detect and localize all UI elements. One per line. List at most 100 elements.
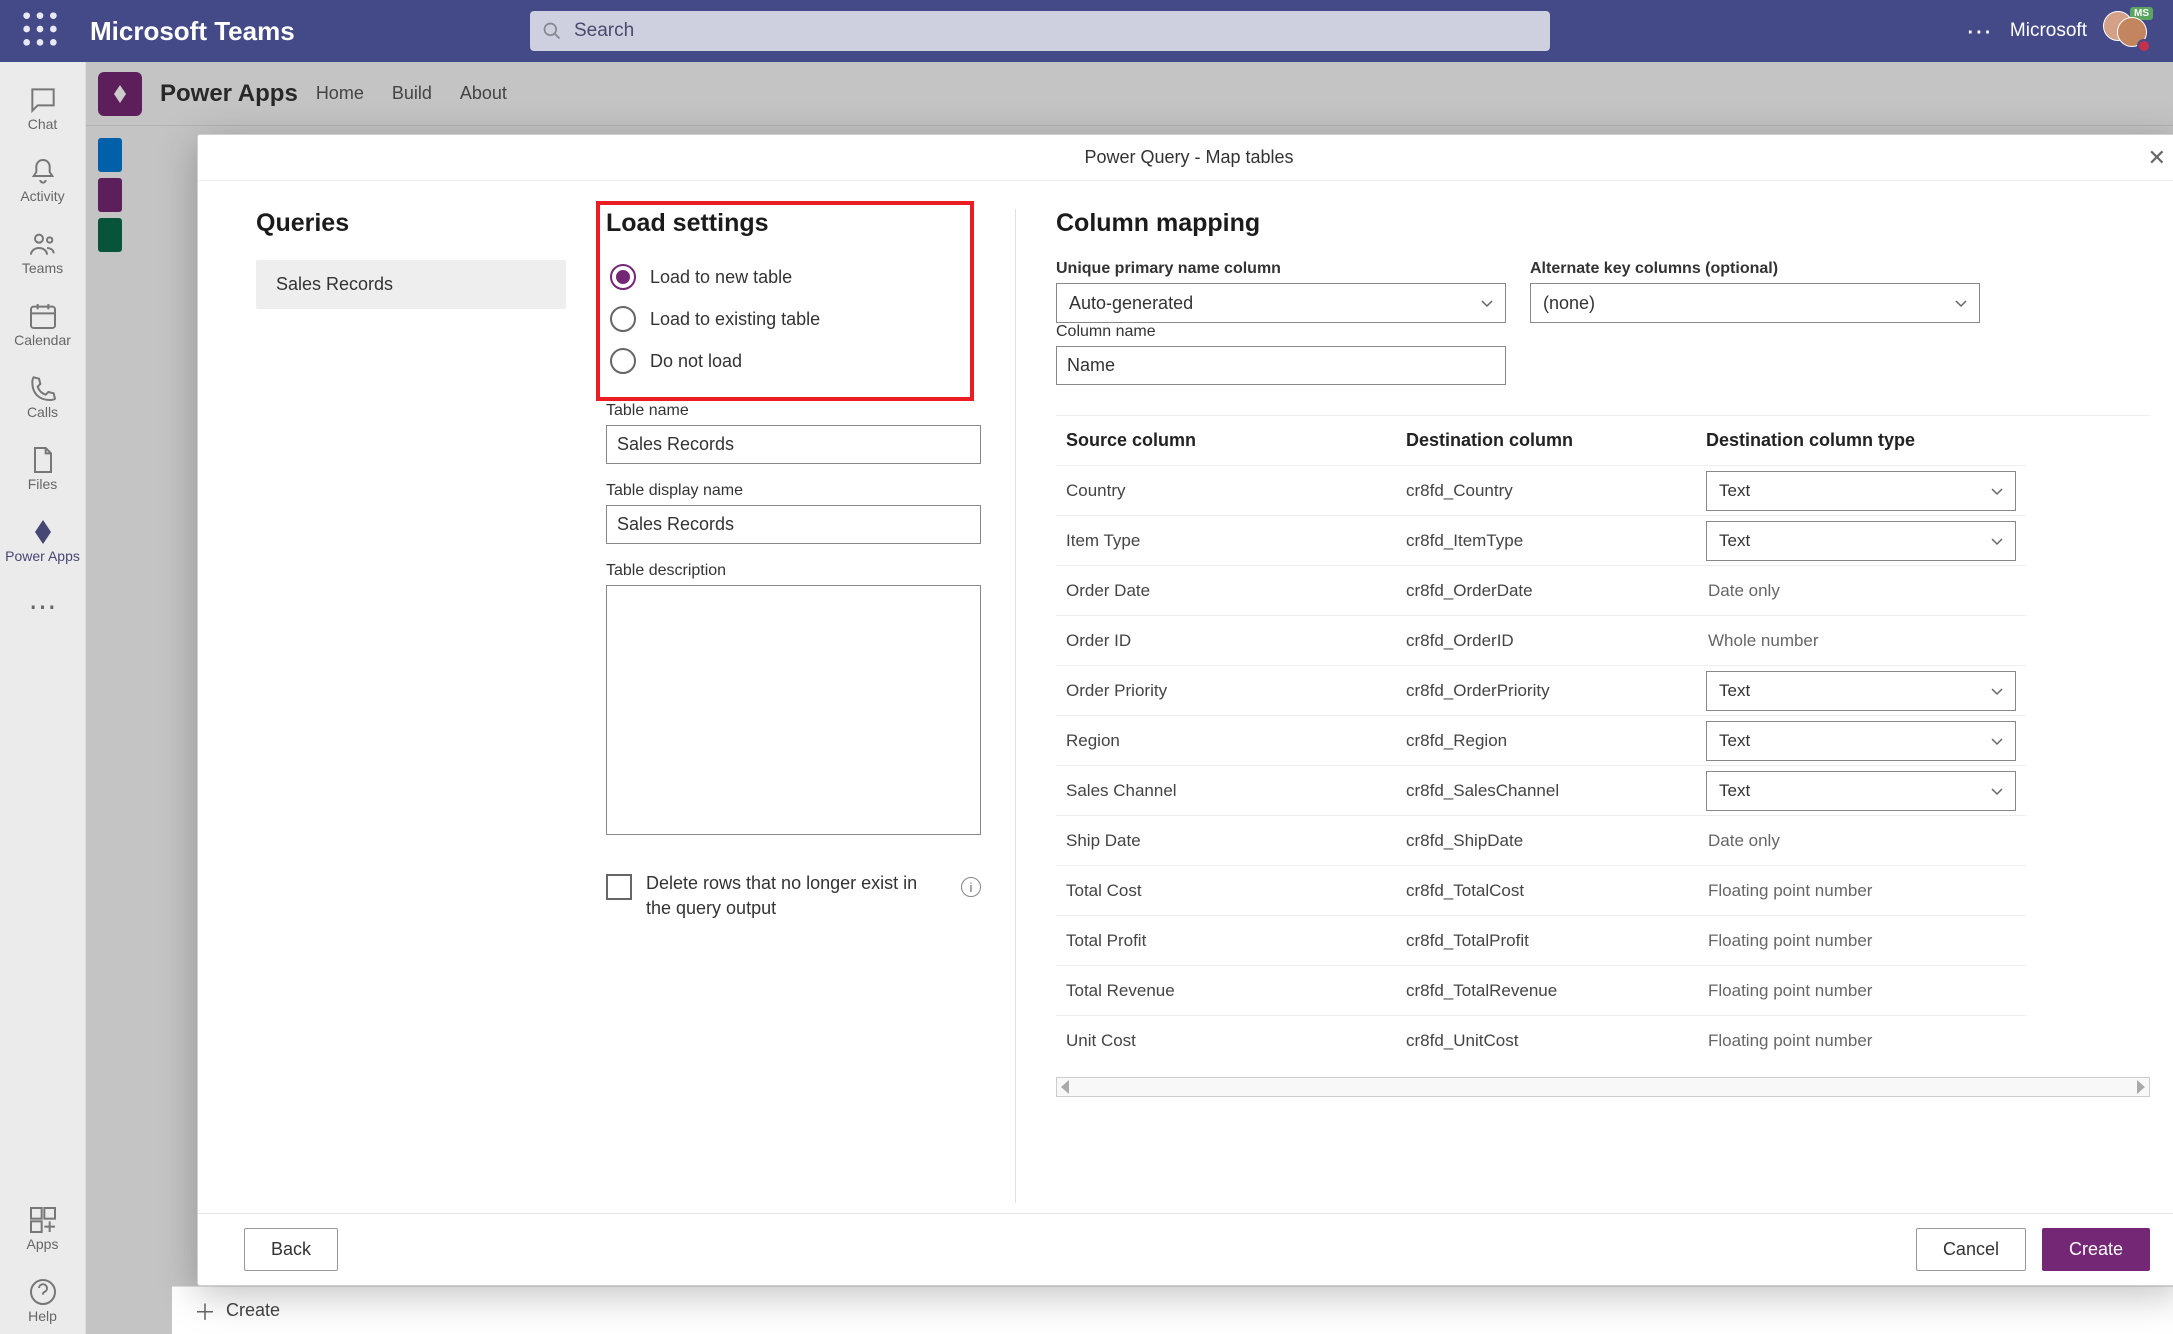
- powerapps-icon: [27, 516, 59, 548]
- horizontal-scrollbar[interactable]: [1056, 1077, 2150, 1097]
- left-rail: Chat Activity Teams Calendar Calls Files…: [0, 62, 86, 1334]
- column-name-input[interactable]: [1056, 346, 1506, 385]
- load-settings-pane: Load settings Load to new tableLoad to e…: [606, 209, 1016, 1203]
- dest-column-cell: cr8fd_OrderDate: [1396, 565, 1696, 615]
- rail-calendar[interactable]: Calendar: [0, 290, 85, 358]
- rail-teams[interactable]: Teams: [0, 218, 85, 286]
- dropdown-value: Auto-generated: [1069, 293, 1193, 314]
- type-column-cell: Floating point number: [1696, 865, 2026, 915]
- dropdown-value: (none): [1543, 293, 1595, 314]
- dest-column-cell: cr8fd_Region: [1396, 715, 1696, 765]
- type-column-cell: Floating point number: [1696, 965, 2026, 1015]
- dest-column-cell: cr8fd_UnitCost: [1396, 1015, 1696, 1065]
- query-item[interactable]: Sales Records: [256, 260, 566, 309]
- queries-heading: Queries: [256, 209, 566, 238]
- radio-icon: [610, 264, 636, 290]
- unique-column-dropdown[interactable]: Auto-generated: [1056, 283, 1506, 323]
- rail-more[interactable]: ⋯: [29, 578, 57, 635]
- more-icon[interactable]: ⋯: [1966, 16, 1994, 47]
- type-dropdown[interactable]: Text: [1706, 771, 2016, 811]
- rail-label: Activity: [20, 188, 64, 204]
- queries-pane: Queries Sales Records: [256, 209, 566, 1203]
- chevron-down-icon: [1989, 733, 2005, 749]
- rail-help[interactable]: Help: [0, 1266, 85, 1334]
- chevron-down-icon: [1989, 483, 2005, 499]
- close-icon[interactable]: ✕: [2148, 145, 2166, 171]
- type-dropdown[interactable]: Text: [1706, 521, 2016, 561]
- back-button[interactable]: Back: [244, 1228, 338, 1271]
- phone-icon: [27, 372, 59, 404]
- rail-calls[interactable]: Calls: [0, 362, 85, 430]
- info-icon[interactable]: i: [961, 877, 981, 897]
- radio-icon: [610, 348, 636, 374]
- dest-column-cell: cr8fd_TotalRevenue: [1396, 965, 1696, 1015]
- table-display-input[interactable]: [606, 505, 981, 544]
- rail-apps[interactable]: Apps: [0, 1194, 85, 1262]
- file-icon: [27, 444, 59, 476]
- alt-key-dropdown[interactable]: (none): [1530, 283, 1980, 323]
- table-desc-input[interactable]: [606, 585, 981, 835]
- type-dropdown[interactable]: Text: [1706, 721, 2016, 761]
- dest-column-cell: cr8fd_OrderPriority: [1396, 665, 1696, 715]
- rail-chat[interactable]: Chat: [0, 74, 85, 142]
- type-dropdown[interactable]: Text: [1706, 671, 2016, 711]
- dest-column-cell: cr8fd_TotalProfit: [1396, 915, 1696, 965]
- rail-label: Help: [28, 1308, 57, 1324]
- dest-column-cell: cr8fd_ShipDate: [1396, 815, 1696, 865]
- chevron-down-icon: [1989, 783, 2005, 799]
- app-shell: Chat Activity Teams Calendar Calls Files…: [0, 62, 2173, 1334]
- load-setting-radio[interactable]: Load to new table: [606, 258, 981, 300]
- source-column-cell: Ship Date: [1056, 815, 1396, 865]
- chevron-down-icon: [1989, 533, 2005, 549]
- type-column-cell: Floating point number: [1696, 915, 2026, 965]
- load-setting-radio[interactable]: Load to existing table: [606, 300, 981, 342]
- dropdown-value: Text: [1719, 481, 1750, 501]
- rail-activity[interactable]: Activity: [0, 146, 85, 214]
- rail-power-apps[interactable]: Power Apps: [0, 506, 85, 574]
- delete-rows-checkbox[interactable]: [606, 874, 632, 900]
- type-dropdown[interactable]: Text: [1706, 471, 2016, 511]
- bell-icon: [27, 156, 59, 188]
- org-label[interactable]: Microsoft: [2010, 20, 2087, 42]
- teams-icon: [27, 228, 59, 260]
- create-new-link[interactable]: Create: [226, 1300, 280, 1321]
- search-icon: [542, 21, 562, 41]
- create-button[interactable]: Create: [2042, 1228, 2150, 1271]
- type-static: Whole number: [1706, 631, 1819, 651]
- waffle-icon[interactable]: [10, 9, 60, 54]
- dest-column-cell: cr8fd_SalesChannel: [1396, 765, 1696, 815]
- rail-label: Power Apps: [5, 548, 80, 564]
- dropdown-value: Text: [1719, 731, 1750, 751]
- rail-label: Calendar: [14, 332, 71, 348]
- column-mapping-pane: Column mapping Unique primary name colum…: [1056, 209, 2150, 1203]
- type-column-cell: Date only: [1696, 565, 2026, 615]
- dest-column-cell: cr8fd_OrderID: [1396, 615, 1696, 665]
- map-tables-dialog: Power Query - Map tables ✕ Queries Sales…: [197, 134, 2173, 1286]
- apps-icon: [27, 1204, 59, 1236]
- source-column-cell: Item Type: [1056, 515, 1396, 565]
- source-column-cell: Order Date: [1056, 565, 1396, 615]
- radio-label: Load to new table: [650, 267, 792, 288]
- presence-indicator: [2137, 39, 2151, 53]
- type-column-cell: Text: [1696, 715, 2026, 765]
- radio-icon: [610, 306, 636, 332]
- profile-avatar[interactable]: MS: [2103, 11, 2153, 51]
- column-mapping-table: Source column Destination column Destina…: [1056, 415, 2150, 1065]
- scroll-right-icon: [2137, 1080, 2145, 1094]
- unique-column-label: Unique primary name column: [1056, 260, 1506, 278]
- table-name-label: Table name: [606, 402, 981, 420]
- dropdown-value: Text: [1719, 531, 1750, 551]
- source-column-cell: Total Profit: [1056, 915, 1396, 965]
- dest-column-cell: cr8fd_Country: [1396, 465, 1696, 515]
- load-setting-radio[interactable]: Do not load: [606, 342, 981, 384]
- source-column-cell: Total Revenue: [1056, 965, 1396, 1015]
- type-column-cell: Text: [1696, 515, 2026, 565]
- rail-files[interactable]: Files: [0, 434, 85, 502]
- source-column-cell: Order ID: [1056, 615, 1396, 665]
- alt-key-label: Alternate key columns (optional): [1530, 260, 1980, 278]
- table-name-input[interactable]: [606, 425, 981, 464]
- cancel-button[interactable]: Cancel: [1916, 1228, 2026, 1271]
- chevron-down-icon: [1953, 295, 1969, 311]
- search-input[interactable]: Search: [530, 11, 1550, 51]
- calendar-icon: [27, 300, 59, 332]
